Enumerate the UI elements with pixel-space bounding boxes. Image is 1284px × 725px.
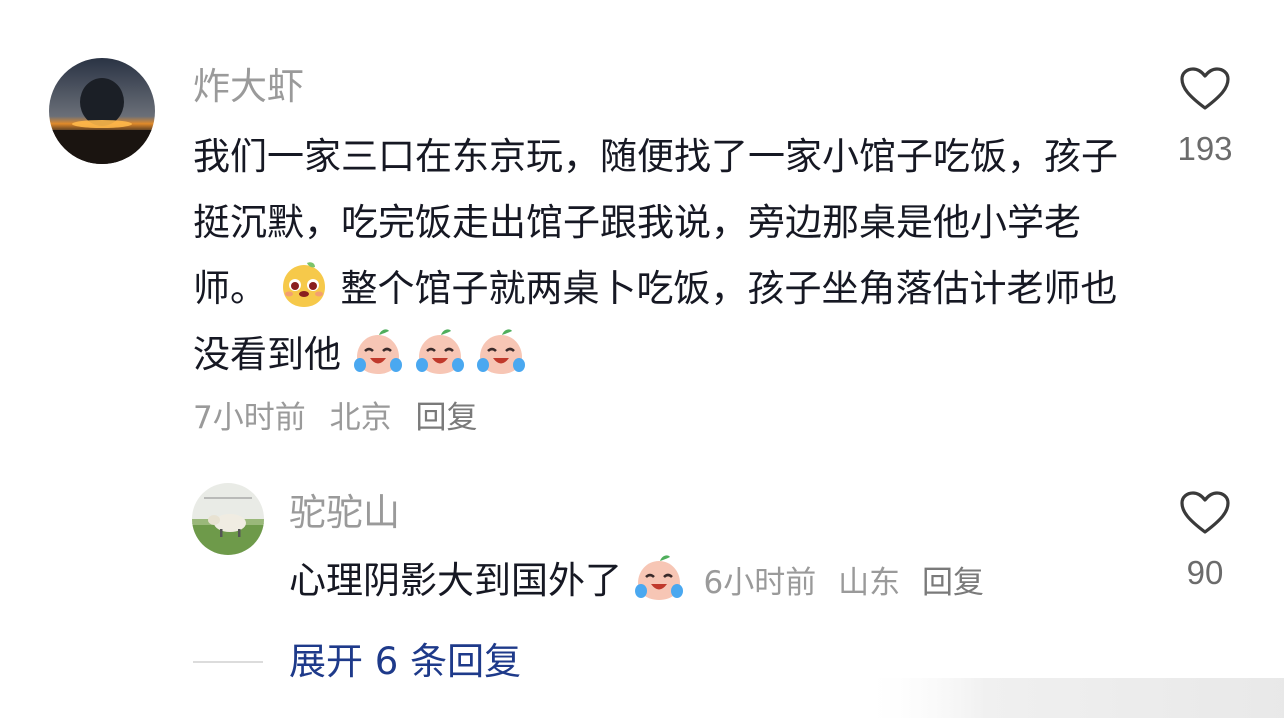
cry-laugh-emoji-icon <box>353 327 403 377</box>
user-avatar[interactable] <box>49 58 155 164</box>
watermark-graphic <box>860 678 1284 718</box>
comment-location: 北京 <box>329 400 392 436</box>
cry-laugh-emoji-icon <box>415 327 465 377</box>
reply-reply-button[interactable]: 回复 <box>922 565 984 601</box>
heart-outline-icon <box>1180 67 1230 110</box>
like-count: 193 <box>1177 130 1233 167</box>
comment-time: 7小时前 <box>193 400 306 436</box>
reply-like-button[interactable]: 90 <box>1160 490 1250 592</box>
comment-username[interactable]: 炸大虾 <box>193 64 304 110</box>
reply-username[interactable]: 驼驼山 <box>289 490 400 536</box>
reply-text-row: 心理阴影大到国外了 6小时前 山东 回复 <box>289 553 996 610</box>
smile-emoji-icon <box>279 261 329 311</box>
reply-meta: 6小时前 山东 回复 <box>704 565 996 601</box>
cry-laugh-emoji-icon <box>634 553 684 603</box>
heart-outline-icon <box>1180 491 1230 534</box>
reply-button[interactable]: 回复 <box>415 400 477 436</box>
like-button[interactable]: 193 <box>1160 66 1250 168</box>
reply-text: 心理阴影大到国外了 <box>289 559 622 602</box>
reply-like-count: 90 <box>1186 554 1224 591</box>
cry-laugh-emoji-icon <box>476 327 526 377</box>
comment-meta: 7小时前 北京 回复 <box>193 398 491 438</box>
divider <box>193 661 263 663</box>
expand-replies[interactable]: 展开 6 条回复 <box>193 638 521 686</box>
reply-location: 山东 <box>838 565 901 601</box>
expand-replies-label[interactable]: 展开 6 条回复 <box>289 638 521 686</box>
reply-user-avatar[interactable] <box>192 483 264 555</box>
reply-time: 6小时前 <box>703 565 817 601</box>
comment-text: 我们一家三口在东京玩，随便找了一家小馆子吃饭，孩子挺沉默，吃完饭走出馆子跟我说，… <box>193 124 1153 388</box>
comment-text-part2: 整个馆子就两桌卜吃饭，孩子坐角落估计老师也没看到他 <box>193 267 1118 376</box>
